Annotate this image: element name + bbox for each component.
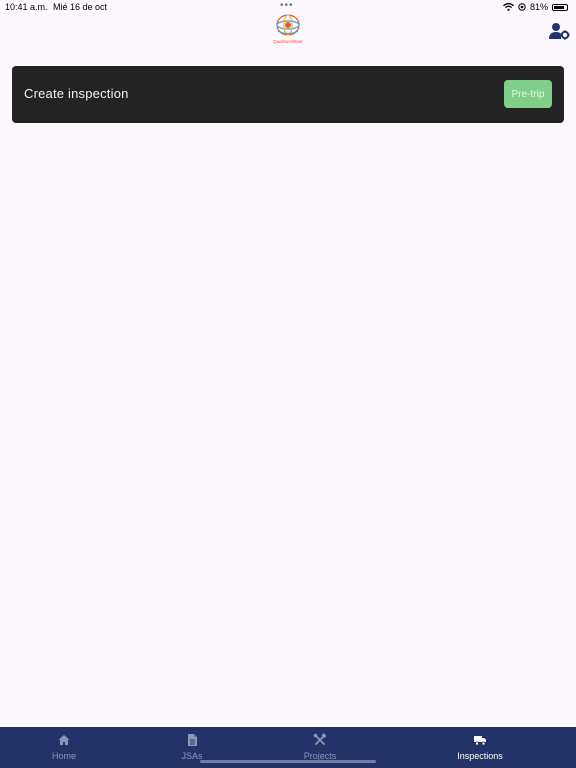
status-time: 10:41 a.m. xyxy=(5,2,48,12)
battery-icon xyxy=(552,3,568,11)
battery-percent: 81% xyxy=(529,2,548,12)
location-icon xyxy=(518,3,526,11)
home-icon xyxy=(58,735,70,745)
tab-label-inspections: Inspections xyxy=(457,751,503,761)
pre-trip-button[interactable]: Pre-trip xyxy=(504,80,552,108)
status-indicators: 81% xyxy=(503,2,568,12)
tab-home[interactable]: Home xyxy=(0,727,128,768)
logo-text: QuantumWare xyxy=(273,39,303,44)
app-logo: QuantumWare xyxy=(273,14,303,44)
tools-icon xyxy=(313,733,327,746)
tab-label-home: Home xyxy=(51,751,76,761)
user-gear-icon[interactable] xyxy=(548,22,570,40)
document-icon xyxy=(188,734,197,746)
home-indicator[interactable] xyxy=(200,760,376,763)
create-inspection-card: Create inspection Pre-trip xyxy=(12,66,564,123)
status-date: Mié 16 de oct xyxy=(53,2,108,12)
tab-inspections[interactable]: Inspections xyxy=(416,727,544,768)
multitask-dots-icon[interactable]: ••• xyxy=(280,0,294,11)
wifi-icon xyxy=(503,3,514,11)
battery-level xyxy=(554,5,564,9)
card-title: Create inspection xyxy=(24,86,129,101)
truck-icon xyxy=(474,736,486,746)
